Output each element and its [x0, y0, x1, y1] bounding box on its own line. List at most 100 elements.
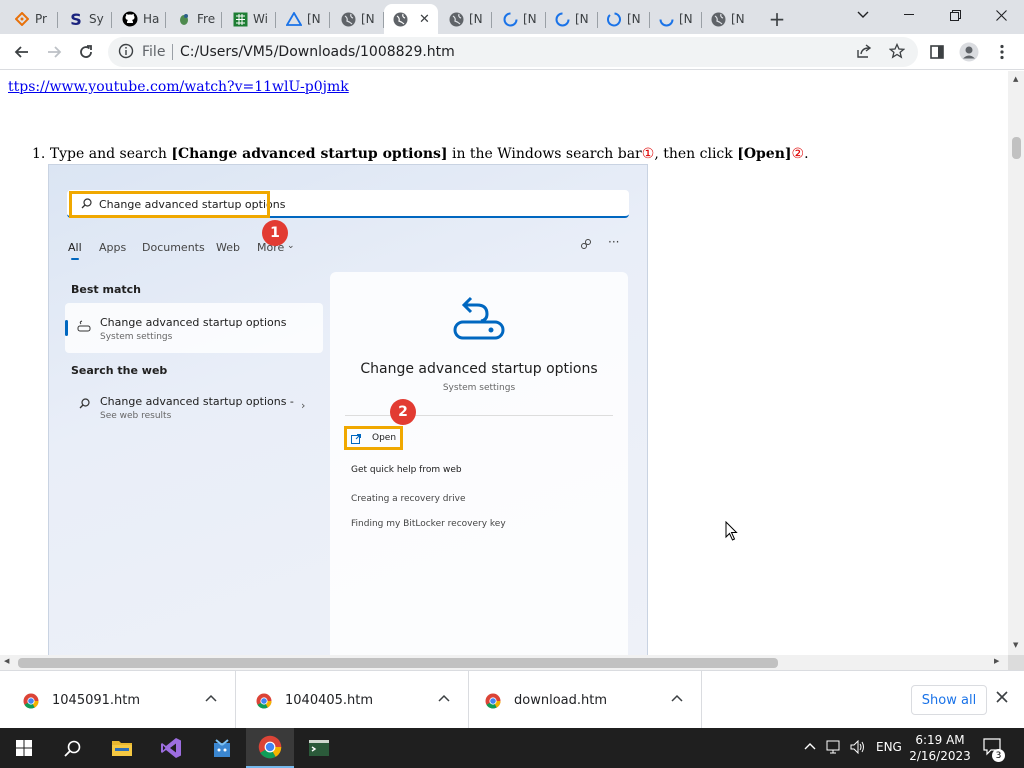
tab-fre[interactable]: Fre: [168, 4, 222, 34]
tab-close-icon[interactable]: ✕: [419, 12, 430, 27]
youtube-link[interactable]: ttps://www.youtube.com/watch?v=11wlU-p0j…: [8, 79, 349, 95]
forward-button[interactable]: [40, 38, 68, 66]
clock[interactable]: 6:19 AM 2/16/2023: [908, 732, 972, 764]
back-button[interactable]: [8, 38, 36, 66]
highlight-box-search: [69, 191, 270, 218]
arrow-left-icon: [14, 46, 28, 58]
tab-sy[interactable]: S Sy: [60, 4, 112, 34]
step-number: 1.: [32, 146, 46, 162]
language-indicator[interactable]: ENG: [876, 740, 902, 754]
mouse-cursor: [725, 520, 739, 545]
loading-icon: [658, 11, 674, 27]
new-tab-button[interactable]: +: [762, 4, 792, 34]
chrome-taskbar-button[interactable]: [246, 728, 294, 768]
vertical-scrollbar[interactable]: ▲ ▼: [1008, 71, 1024, 655]
globe-icon: [710, 11, 726, 27]
share-icon[interactable]: [856, 43, 873, 63]
globe-icon: [340, 11, 356, 27]
search-taskbar-button[interactable]: [48, 728, 96, 768]
scroll-right-icon[interactable]: ▶: [994, 657, 999, 665]
globe-icon: [392, 11, 408, 27]
search-web-heading: Search the web: [71, 364, 168, 377]
volume-icon[interactable]: [850, 739, 866, 757]
chevron-right-icon: ›: [301, 399, 306, 412]
info-icon[interactable]: [118, 43, 134, 63]
chevron-up-icon[interactable]: [671, 691, 683, 706]
visual-studio-button[interactable]: [147, 728, 195, 768]
tab-search-button[interactable]: [840, 0, 886, 30]
scroll-up-icon[interactable]: ▲: [1013, 75, 1018, 83]
profile-button[interactable]: [955, 38, 983, 66]
chrome-doc-icon: [485, 693, 501, 713]
scroll-down-icon[interactable]: ▼: [1013, 641, 1018, 649]
chevron-up-icon[interactable]: [438, 691, 450, 706]
tab-label: [N: [679, 12, 693, 26]
highlight-box-open: [344, 426, 403, 450]
download-item[interactable]: 1040405.htm: [236, 671, 469, 729]
network-icon[interactable]: [826, 740, 842, 757]
minimize-button[interactable]: [886, 0, 932, 30]
tab-n7[interactable]: [N: [650, 4, 702, 34]
chrome-icon: [258, 735, 282, 759]
circled-number-1: ①: [641, 146, 655, 162]
reload-button[interactable]: [72, 38, 100, 66]
circled-number-2: ②: [791, 146, 805, 162]
search-icon: [63, 740, 80, 757]
chevron-up-icon[interactable]: [205, 691, 217, 706]
step-bold-open: [Open]: [737, 146, 792, 162]
side-panel-icon: [930, 45, 944, 59]
tab-label: Fre: [197, 12, 216, 26]
tab-n1[interactable]: [N: [278, 4, 330, 34]
tab-n6[interactable]: [N: [598, 4, 650, 34]
url-text: C:/Users/VM5/Downloads/1008829.htm: [180, 44, 455, 60]
close-icon: [995, 9, 1007, 21]
download-item[interactable]: download.htm: [469, 671, 702, 729]
address-bar[interactable]: File C:/Users/VM5/Downloads/1008829.htm: [108, 37, 918, 67]
app-button[interactable]: [198, 728, 246, 768]
all-tab-indicator: [71, 258, 79, 260]
chevron-up-icon[interactable]: [804, 739, 816, 753]
step-text: in the Windows search bar: [447, 146, 642, 162]
web-result-subtitle: See web results: [100, 411, 172, 421]
show-all-downloads-button[interactable]: Show all: [911, 685, 987, 715]
github-icon: [122, 11, 138, 27]
restore-button[interactable]: [932, 0, 978, 30]
tab-n2[interactable]: [N: [332, 4, 384, 34]
file-scheme-label: File: [142, 44, 166, 60]
tab-ha[interactable]: Ha: [114, 4, 166, 34]
tab-n8[interactable]: [N: [702, 4, 754, 34]
horizontal-scrollbar[interactable]: ◀ ▶: [0, 655, 1008, 670]
step-text: .: [804, 146, 809, 162]
horizontal-scroll-thumb[interactable]: [18, 658, 778, 668]
s-logo-icon: S: [70, 9, 82, 29]
scroll-left-icon[interactable]: ◀: [4, 657, 9, 665]
terminal-icon: [309, 740, 329, 756]
tab-pr[interactable]: Pr: [6, 4, 58, 34]
side-panel-button[interactable]: [923, 38, 951, 66]
visual-studio-icon: [161, 738, 181, 758]
download-filename: download.htm: [514, 693, 607, 708]
tab-active[interactable]: ✕: [384, 4, 438, 34]
loading-icon: [606, 11, 622, 27]
vertical-scroll-thumb[interactable]: [1012, 137, 1021, 159]
tab-wi[interactable]: Wi: [224, 4, 276, 34]
menu-button[interactable]: [988, 38, 1016, 66]
download-item[interactable]: 1045091.htm: [3, 671, 236, 729]
step-text: , then click: [654, 146, 738, 162]
instruction-screenshot: Change advanced startup options All Apps…: [48, 164, 648, 655]
tab-n5[interactable]: [N: [546, 4, 598, 34]
tab-label: Ha: [143, 12, 160, 26]
help-link-bitlocker: Finding my BitLocker recovery key: [351, 519, 506, 529]
start-button[interactable]: [0, 728, 48, 768]
search-icon: [79, 398, 90, 413]
close-download-bar-icon[interactable]: [996, 688, 1008, 707]
leaf-icon: [176, 11, 192, 27]
bookmark-star-icon[interactable]: [888, 42, 906, 63]
step-badge-1: 1: [262, 220, 288, 246]
tab-n3[interactable]: [N: [440, 4, 492, 34]
terminal-app-button[interactable]: [295, 728, 343, 768]
tab-label: [N: [361, 12, 375, 26]
tab-n4[interactable]: [N: [494, 4, 546, 34]
close-window-button[interactable]: [978, 0, 1024, 30]
file-explorer-button[interactable]: [98, 728, 146, 768]
